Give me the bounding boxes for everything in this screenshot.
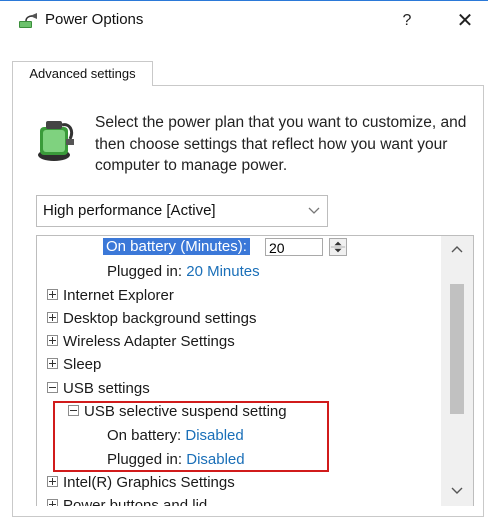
on-battery-label: On battery (Minutes): <box>103 238 250 255</box>
tree-row-usb-plugged-in[interactable]: Plugged in: Disabled <box>107 451 245 468</box>
on-battery-minutes-input[interactable]: 20 <box>265 238 323 256</box>
expand-plus-icon[interactable] <box>47 289 58 300</box>
usb-on-battery-value-link[interactable]: Disabled <box>185 427 243 444</box>
chevron-down-icon <box>308 207 320 214</box>
plan-description: Select the power plan that you want to c… <box>95 114 467 174</box>
plugged-in-value-link[interactable]: 20 Minutes <box>186 263 259 280</box>
power-options-icon <box>19 13 37 28</box>
tree-row-usb-on-battery[interactable]: On battery: Disabled <box>107 427 244 444</box>
tree-scrollbar[interactable] <box>441 236 473 506</box>
power-plan-value: High performance [Active] <box>43 202 216 219</box>
usb-plugged-in-value-link[interactable]: Disabled <box>186 451 244 468</box>
expand-plus-icon[interactable] <box>47 476 58 487</box>
spin-arrows-icon[interactable] <box>329 238 347 256</box>
tree-item-label: Internet Explorer <box>63 287 174 304</box>
usb-plugged-in-label: Plugged in: <box>107 451 183 468</box>
power-plan-dropdown[interactable]: High performance [Active] <box>36 195 328 227</box>
expand-plus-icon[interactable] <box>47 358 58 369</box>
tree-item-internet-explorer[interactable]: Internet Explorer <box>47 287 174 304</box>
tab-advanced-settings[interactable]: Advanced settings <box>12 61 153 86</box>
tree-item-label: Sleep <box>63 356 102 373</box>
help-button[interactable]: ? <box>393 7 421 35</box>
tree-item-label: Intel(R) Graphics Settings <box>63 474 235 491</box>
window-title: Power Options <box>45 11 144 28</box>
tree-row-plugged-in[interactable]: Plugged in: 20 Minutes <box>107 263 260 280</box>
tree-item-sleep[interactable]: Sleep <box>47 356 101 373</box>
usb-on-battery-label: On battery: <box>107 427 182 444</box>
settings-tree[interactable]: On battery (Minutes): 20 Plugged in: 20 … <box>36 235 474 506</box>
tree-item-label: Desktop background settings <box>63 310 257 327</box>
scroll-thumb[interactable] <box>450 284 464 414</box>
tree-item-label: Wireless Adapter Settings <box>63 333 235 350</box>
expand-plus-icon[interactable] <box>47 335 58 346</box>
expand-plus-icon[interactable] <box>47 312 58 323</box>
tree-item-desktop-background[interactable]: Desktop background settings <box>47 310 256 327</box>
scroll-up-icon[interactable] <box>441 240 473 258</box>
tree-item-label: USB settings <box>63 380 150 397</box>
tree-row-on-battery[interactable]: On battery (Minutes): <box>103 238 250 255</box>
collapse-minus-icon[interactable] <box>47 382 58 393</box>
collapse-minus-icon[interactable] <box>68 405 79 416</box>
tree-item-wireless-adapter[interactable]: Wireless Adapter Settings <box>47 333 235 350</box>
tree-item-usb-settings[interactable]: USB settings <box>47 380 150 397</box>
scroll-down-icon[interactable] <box>441 482 473 500</box>
tree-item-usb-selective-suspend[interactable]: USB selective suspend setting <box>68 403 287 420</box>
tree-item-label: USB selective suspend setting <box>84 403 287 420</box>
plugged-in-label: Plugged in: <box>107 263 183 280</box>
title-bar: Power Options ? ✕ <box>0 1 488 39</box>
close-button[interactable]: ✕ <box>450 7 480 35</box>
tree-item-intel-graphics[interactable]: Intel(R) Graphics Settings <box>47 474 235 491</box>
battery-plug-icon <box>38 121 74 161</box>
